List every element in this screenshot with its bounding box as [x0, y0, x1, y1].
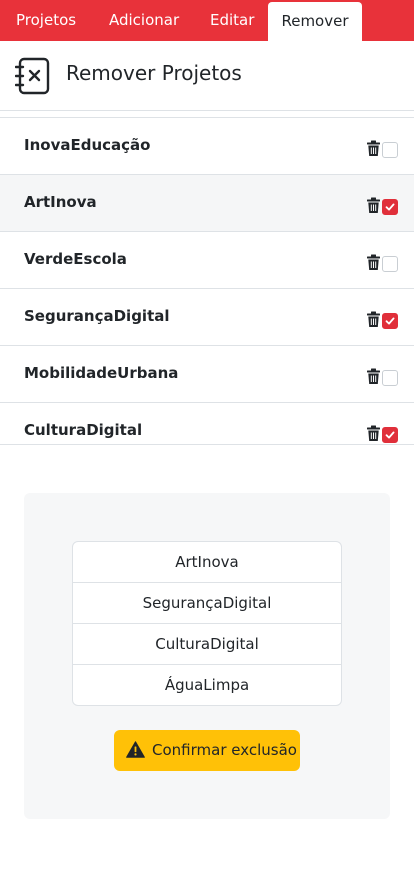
project-checkbox[interactable] — [382, 370, 398, 386]
project-row[interactable]: SegurançaDigital — [0, 289, 414, 346]
checkmark-icon — [385, 317, 395, 325]
tab-editar[interactable]: Editar — [210, 0, 254, 41]
checkmark-icon — [385, 203, 395, 211]
notebook-remove-icon — [15, 57, 50, 95]
project-name: CulturaDigital — [24, 421, 143, 439]
warning-icon — [126, 741, 145, 758]
selected-project-item: CulturaDigital — [73, 624, 341, 665]
selected-project-item: ArtInova — [73, 542, 341, 583]
trash-icon[interactable] — [366, 311, 381, 328]
project-row[interactable]: VerdeEscola — [0, 232, 414, 289]
trash-icon[interactable] — [366, 368, 381, 385]
project-checkbox[interactable] — [382, 199, 398, 215]
top-nav: Projetos Adicionar Editar Remover — [0, 0, 414, 41]
project-checkbox[interactable] — [382, 313, 398, 329]
project-checkbox[interactable] — [382, 256, 398, 272]
selected-project-item: SegurançaDigital — [73, 583, 341, 624]
project-checkbox[interactable] — [382, 142, 398, 158]
confirm-delete-label: Confirmar exclusão — [152, 741, 297, 759]
project-row[interactable]: InovaEducação — [0, 118, 414, 175]
checkmark-icon — [385, 431, 395, 439]
project-row[interactable]: CulturaDigital — [0, 403, 414, 444]
project-name: SegurançaDigital — [24, 307, 170, 325]
project-name: ArtInova — [24, 193, 97, 211]
project-row[interactable]: MobilidadeUrbana — [0, 346, 414, 403]
trash-icon[interactable] — [366, 197, 381, 214]
page-title: Remover Projetos — [66, 61, 242, 85]
confirm-delete-button[interactable]: Confirmar exclusão — [114, 730, 300, 771]
selected-projects-list: ArtInova SegurançaDigital CulturaDigital… — [72, 541, 342, 706]
project-name: VerdeEscola — [24, 250, 127, 268]
trash-icon[interactable] — [366, 140, 381, 157]
project-list: InovaEducação ArtInova VerdeEscola Segur… — [0, 117, 414, 445]
trash-icon[interactable] — [366, 254, 381, 271]
tab-adicionar[interactable]: Adicionar — [109, 0, 179, 41]
trash-icon[interactable] — [366, 425, 381, 442]
page-header: Remover Projetos — [0, 41, 414, 111]
project-row[interactable]: ArtInova — [0, 175, 414, 232]
project-name: MobilidadeUrbana — [24, 364, 179, 382]
tab-remover[interactable]: Remover — [268, 2, 362, 41]
selected-project-item: ÁguaLimpa — [164, 676, 250, 694]
project-checkbox[interactable] — [382, 427, 398, 443]
tab-projetos[interactable]: Projetos — [16, 0, 76, 41]
confirm-panel: ArtInova SegurançaDigital CulturaDigital… — [24, 493, 390, 819]
project-name: InovaEducação — [24, 136, 151, 154]
